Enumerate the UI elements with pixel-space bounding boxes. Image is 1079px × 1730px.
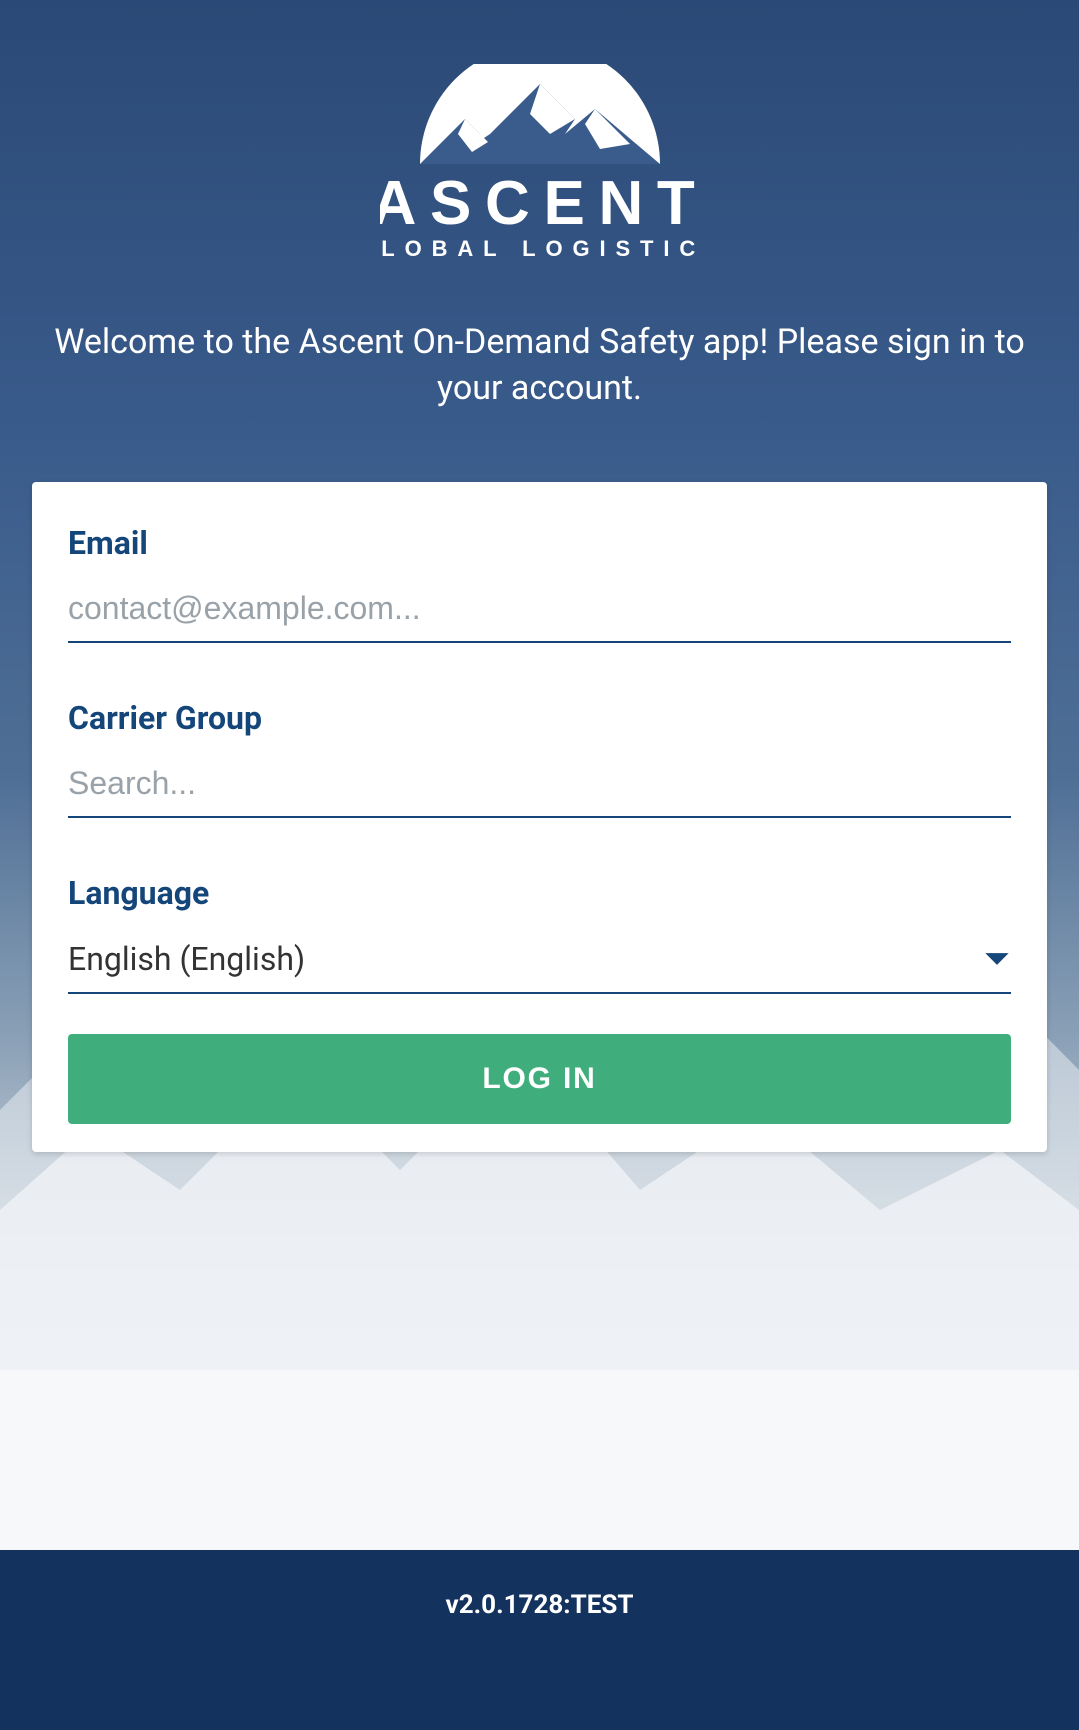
carrier-group-field-group: Carrier Group	[68, 699, 1011, 818]
language-select[interactable]: English (English)	[68, 930, 1011, 994]
email-field-group: Email	[68, 524, 1011, 643]
carrier-group-label: Carrier Group	[68, 699, 1011, 737]
brand-logo: ASCENT GLOBAL LOGISTICS	[380, 64, 700, 274]
email-input[interactable]	[68, 580, 1011, 643]
chevron-down-icon	[983, 950, 1011, 968]
email-label: Email	[68, 524, 1011, 562]
language-selected-value: English (English)	[68, 940, 305, 978]
app-version: v2.0.1728:TEST	[446, 1590, 634, 1620]
brand-name-main: ASCENT	[380, 169, 700, 238]
mountain-logo-icon: ASCENT GLOBAL LOGISTICS	[380, 64, 700, 274]
footer-bar: v2.0.1728:TEST	[0, 1550, 1079, 1730]
language-field-group: Language English (English)	[68, 874, 1011, 994]
login-button[interactable]: LOG IN	[68, 1034, 1011, 1124]
welcome-message: Welcome to the Ascent On-Demand Safety a…	[0, 320, 1079, 412]
carrier-group-input[interactable]	[68, 755, 1011, 818]
language-label: Language	[68, 874, 1011, 912]
brand-name-sub: GLOBAL LOGISTICS	[380, 236, 700, 261]
login-card: Email Carrier Group Language English (En…	[32, 482, 1047, 1152]
